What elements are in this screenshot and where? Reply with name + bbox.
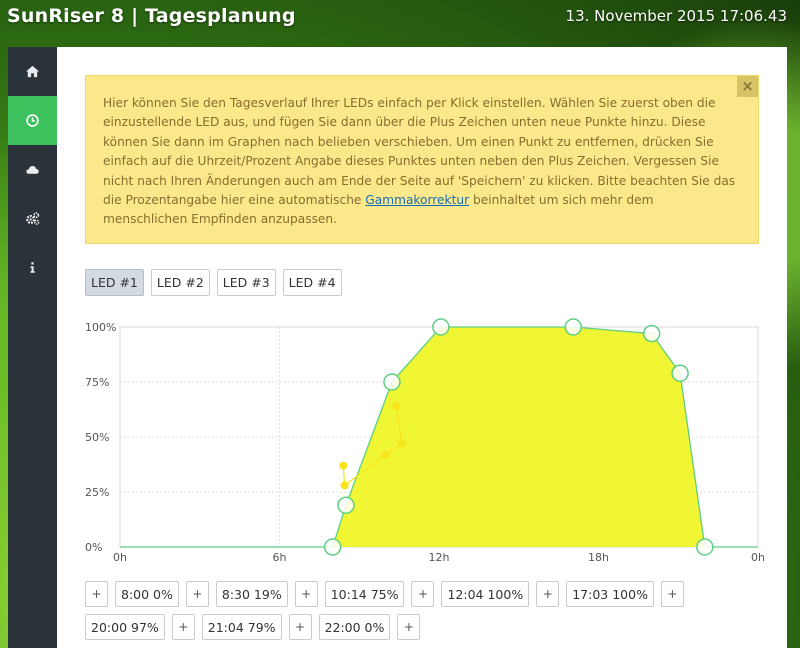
chart-point-handle xyxy=(642,324,661,343)
close-button[interactable]: × xyxy=(737,76,758,97)
main-panel: × Hier können Sie den Tagesverlauf Ihrer… xyxy=(57,47,787,648)
points-list: +8:00 0% +8:30 19% +10:14 75% +12:04 100% +1… xyxy=(85,581,765,640)
secondary-point xyxy=(340,481,349,490)
sidebar-item-home[interactable] xyxy=(8,47,57,96)
schedule-chart[interactable]: 100% 75% 50% 25% 0% 0h 6h 12h 18h 0h xyxy=(85,317,765,562)
add-point-button[interactable]: + xyxy=(185,581,209,607)
sidebar-item-info[interactable] xyxy=(8,243,57,292)
tab-led-4[interactable]: LED #4 xyxy=(282,269,342,296)
y-tick-label: 75% xyxy=(85,376,109,389)
point-remove-button[interactable]: 17:03 100% xyxy=(566,581,654,607)
chart-point-handle xyxy=(564,318,582,336)
add-point-button[interactable]: + xyxy=(294,581,318,607)
point-remove-button[interactable]: 21:04 79% xyxy=(201,614,282,640)
y-tick-label: 0% xyxy=(85,541,102,554)
chart-svg[interactable]: 100% 75% 50% 25% 0% 0h 6h 12h 18h 0h xyxy=(85,317,765,562)
chart-point-handle xyxy=(337,496,355,514)
add-point-button[interactable]: + xyxy=(85,581,108,607)
add-point-button[interactable]: + xyxy=(536,581,560,607)
info-text: Hier können Sie den Tagesverlauf Ihrer L… xyxy=(103,96,736,208)
chart-point-handle xyxy=(696,538,714,556)
gamma-correction-link[interactable]: Gammakorrektur xyxy=(365,193,469,207)
sidebar-item-settings[interactable] xyxy=(8,194,57,243)
y-tick-label: 25% xyxy=(85,486,109,499)
top-bar: SunRiser 8 | Tagesplanung 13. November 2… xyxy=(0,0,800,32)
chart-point-handle xyxy=(671,364,689,382)
sidebar-item-weather[interactable] xyxy=(8,145,57,194)
y-tick-label: 50% xyxy=(85,431,109,444)
chart-point-handle xyxy=(383,373,401,391)
clock-icon xyxy=(26,114,39,127)
secondary-point xyxy=(392,402,401,411)
x-tick-label: 12h xyxy=(429,551,450,562)
home-icon xyxy=(25,65,40,78)
gears-icon xyxy=(26,212,40,225)
sidebar-item-schedule[interactable] xyxy=(8,96,57,145)
point-remove-button[interactable]: 20:00 97% xyxy=(85,614,165,640)
info-icon xyxy=(30,262,35,273)
add-point-button[interactable]: + xyxy=(411,581,435,607)
y-tick-label: 100% xyxy=(85,321,116,334)
add-point-button[interactable]: + xyxy=(660,581,684,607)
x-tick-label: 6h xyxy=(273,551,287,562)
chart-point-handle xyxy=(323,538,342,556)
led-selector: LED #1 LED #2 LED #3 LED #4 xyxy=(85,269,342,296)
x-tick-label: 0h xyxy=(751,551,765,562)
chart-point-handle xyxy=(432,318,450,336)
add-point-button[interactable]: + xyxy=(288,614,312,640)
secondary-point xyxy=(397,439,406,448)
tab-led-1[interactable]: LED #1 xyxy=(85,269,144,296)
datetime-display: 13. November 2015 17:06.43 xyxy=(565,7,787,25)
tab-led-3[interactable]: LED #3 xyxy=(216,269,276,296)
point-remove-button[interactable]: 12:04 100% xyxy=(441,581,530,607)
add-point-button[interactable]: + xyxy=(171,614,195,640)
add-point-button[interactable]: + xyxy=(397,614,421,640)
area-fill xyxy=(120,327,758,547)
point-remove-button[interactable]: 10:14 75% xyxy=(324,581,405,607)
info-alert: × Hier können Sie den Tagesverlauf Ihrer… xyxy=(85,75,759,244)
secondary-point xyxy=(339,461,348,470)
x-tick-label: 0h xyxy=(113,551,127,562)
cloud-icon xyxy=(26,166,39,174)
sidebar xyxy=(8,47,57,648)
point-remove-button[interactable]: 8:00 0% xyxy=(115,581,179,607)
point-remove-button[interactable]: 22:00 0% xyxy=(318,614,391,640)
tab-led-2[interactable]: LED #2 xyxy=(150,269,210,296)
point-remove-button[interactable]: 8:30 19% xyxy=(215,581,288,607)
page-title: SunRiser 8 | Tagesplanung xyxy=(7,5,296,27)
secondary-point xyxy=(381,450,390,459)
x-tick-label: 18h xyxy=(588,551,609,562)
